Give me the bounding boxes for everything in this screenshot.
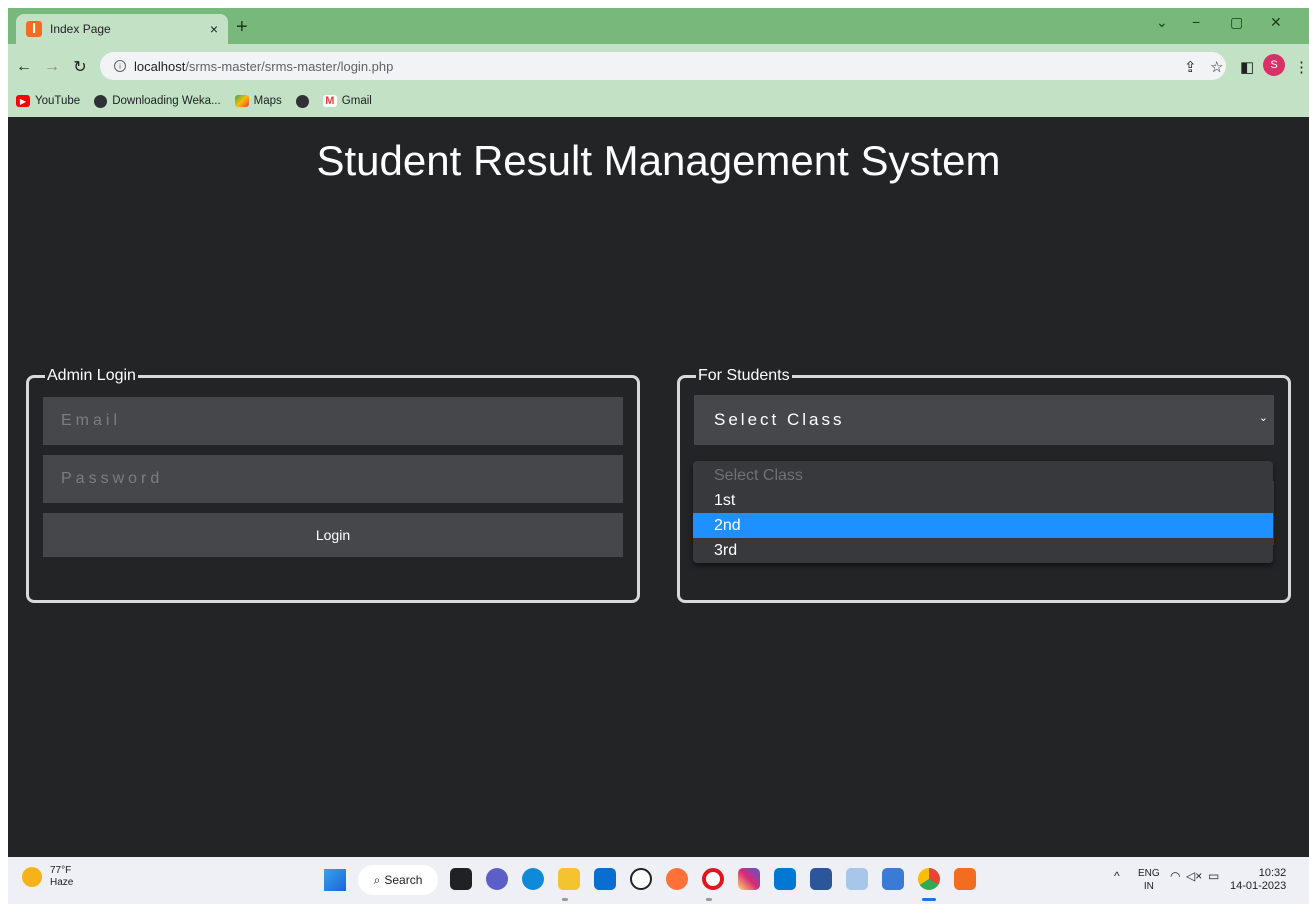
info-icon[interactable]: i [114,60,126,72]
dell-icon[interactable] [630,868,652,890]
battery-icon[interactable]: ▭ [1208,869,1219,883]
reload-icon[interactable]: ↻ [68,57,92,77]
weather-temp: 77°F [50,865,72,876]
windows-start-icon[interactable] [324,869,346,891]
clock-date: 14-01-2023 [1230,880,1287,892]
bookmark-youtube[interactable]: ▶ YouTube [16,95,80,107]
sidepanel-icon[interactable]: ◧ [1240,58,1254,76]
option-1st[interactable]: 1st [693,488,1273,513]
share-icon[interactable]: ⇪ [1184,58,1197,76]
bookmarks-bar: ▶ YouTube Downloading Weka... Maps M Gma… [8,88,1309,114]
word-icon[interactable] [810,868,832,890]
bookmark-maps[interactable]: Maps [234,95,282,107]
task-view-icon[interactable] [450,868,472,890]
class-select-value: Select Class [714,410,845,429]
page-body: Student Result Management System Admin L… [8,117,1309,857]
url-host: localhost [134,58,186,74]
bookmark-globe[interactable] [295,94,309,108]
globe-icon [295,94,309,108]
chrome-icon[interactable] [918,868,940,890]
class-select[interactable]: Select Class ⌄ [694,395,1274,445]
password-field[interactable] [43,455,623,503]
firefox-icon[interactable] [666,868,688,890]
maximize-icon[interactable]: ▢ [1230,14,1243,31]
running-indicator [562,898,568,901]
tab-search-icon[interactable]: ⌄ [1156,14,1168,31]
clock-time: 10:32 [1258,867,1287,879]
running-indicator [706,898,712,901]
maps-icon [234,95,249,107]
search-icon: ⌕ [373,872,381,887]
active-indicator [922,898,936,901]
profile-avatar[interactable]: S [1263,54,1285,76]
toolbar: ← → ↻ i localhost/srms-master/srms-maste… [8,48,1309,86]
browser-chrome: ꟾ Index Page × + ⌄ − ▢ ✕ ← → ↻ i localho… [8,8,1309,117]
file-explorer-icon[interactable] [558,868,580,890]
vscode-icon[interactable] [774,868,796,890]
gmail-icon: M [322,95,337,107]
language-indicator[interactable]: ENG IN [1138,867,1160,893]
tab-index-page[interactable]: ꟾ Index Page × [16,14,228,44]
url-path: /srms-master/srms-master/login.php [185,58,394,74]
youtube-icon: ▶ [16,95,30,107]
xampp-icon: ꟾ [26,21,42,37]
edge-icon[interactable] [522,868,544,890]
weather-desc: Haze [50,877,74,888]
bookmark-label: Downloading Weka... [112,95,221,107]
back-icon[interactable]: ← [12,58,36,76]
mail-icon[interactable] [594,868,616,890]
clock[interactable]: 10:32 14-01-2023 [1230,867,1286,893]
search-label: Search [384,873,423,887]
wifi-icon[interactable]: ◠ [1170,869,1180,883]
minimize-icon[interactable]: − [1192,14,1200,30]
menu-icon[interactable]: ⋮ [1294,58,1309,76]
forward-icon[interactable]: → [40,58,64,76]
admin-login-legend: Admin Login [47,367,136,384]
taskbar-search[interactable]: ⌕ Search [358,865,438,895]
lang-bottom: IN [1143,881,1154,892]
globe-icon [94,94,108,108]
page-title: Student Result Management System [316,137,1001,184]
address-bar[interactable]: i localhost/srms-master/srms-master/logi… [100,52,1226,80]
chevron-up-icon[interactable]: ^ [1114,869,1120,883]
new-tab-button[interactable]: + [236,16,248,39]
bookmark-label: Maps [253,95,282,107]
bookmark-gmail[interactable]: M Gmail [322,95,372,107]
chevron-down-icon: ⌄ [1258,412,1268,424]
volume-muted-icon[interactable]: ◁× [1186,869,1202,883]
lang-top: ENG [1138,868,1160,879]
option-select-class: Select Class [714,467,803,484]
tab-title: Index Page [50,22,111,36]
close-tab-icon[interactable]: × [210,21,218,37]
instagram-icon[interactable] [738,868,760,890]
weather-widget[interactable]: 77°F Haze [22,865,73,889]
email-field[interactable] [43,397,623,445]
teams-icon[interactable] [486,868,508,890]
notepad-icon[interactable] [882,868,904,890]
haze-icon [22,867,42,887]
bookmark-star-icon[interactable]: ☆ [1210,58,1223,76]
option-3rd[interactable]: 3rd [693,538,1273,563]
tab-strip: ꟾ Index Page × + ⌄ − ▢ ✕ [8,8,1309,44]
login-button[interactable]: Login [43,513,623,557]
bookmark-weka[interactable]: Downloading Weka... [94,94,221,108]
close-window-icon[interactable]: ✕ [1270,14,1282,31]
admin-login-box: Admin Login Login [26,367,640,603]
option-2nd[interactable]: 2nd [693,513,1273,538]
xampp-icon[interactable] [954,868,976,890]
opera-icon[interactable] [702,868,724,890]
bookmark-label: YouTube [35,95,81,107]
class-dropdown-list: Select Class 1st 2nd 3rd [693,461,1273,563]
photos-icon[interactable] [846,868,868,890]
taskbar: 77°F Haze ⌕ Search ^ ENG IN ◠ ◁× ▭ 10:32… [8,857,1309,904]
students-legend: For Students [698,367,790,384]
bookmark-label: Gmail [341,95,372,107]
